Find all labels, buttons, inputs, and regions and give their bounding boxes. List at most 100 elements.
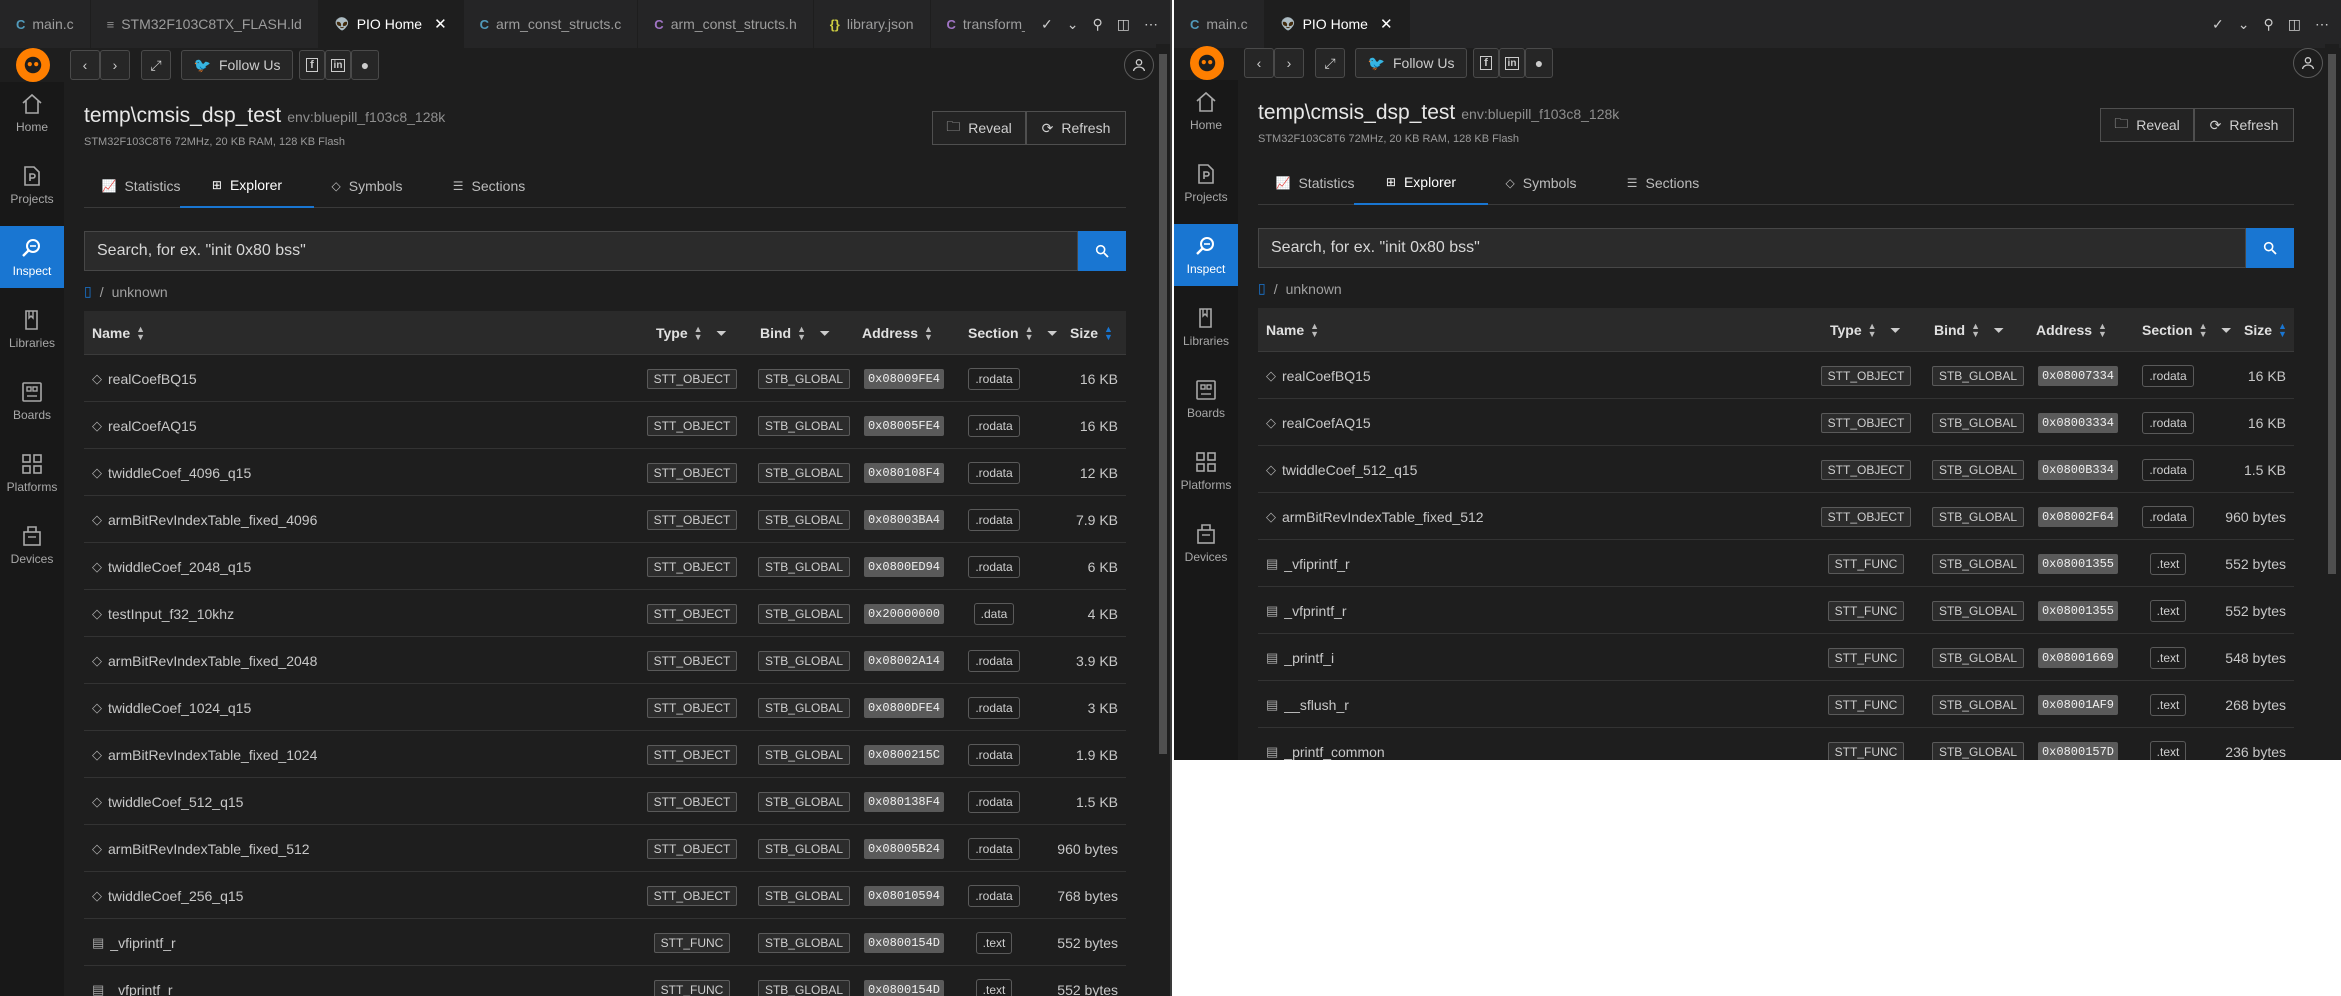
chevron-down-icon[interactable]: ⌄ [1067,16,1079,33]
table-row[interactable]: ▤ _printf_i STT_FUNC STB_GLOBAL 0x08001669 .t… [1258,634,2294,681]
table-row[interactable]: ◇ armBitRevIndexTable_fixed_512 STT_OBJECT… [1258,493,2294,540]
table-row[interactable]: ◇ realCoefAQ15 STT_OBJECT STB_GLOBAL 0x08005… [84,402,1126,449]
table-row[interactable]: ◇ realCoefBQ15 STT_OBJECT STB_GLOBAL 0x08009… [84,355,1126,402]
symbol-name-text[interactable]: _vfiprintf_r [110,935,175,951]
nav-projects[interactable]: Projects [0,154,64,216]
search-input[interactable]: Search, for ex. "init 0x80 bss" [84,231,1078,271]
tab-symbols[interactable]: ◇ Symbols [310,164,424,208]
pin-icon[interactable]: ⚲ [1093,16,1103,33]
sort-icon[interactable]: ▲ ▼ [694,325,703,342]
linkedin-button[interactable]: in [1499,48,1525,78]
scrollbar-thumb[interactable] [2328,54,2336,574]
editor-tab[interactable]: Cmain.c [1174,0,1265,48]
table-row[interactable]: ◇ twiddleCoef_256_q15 STT_OBJECT STB_GLOBAL… [84,872,1126,919]
nav-platforms[interactable]: Platforms [1174,440,1238,502]
symbol-name-text[interactable]: twiddleCoef_4096_q15 [108,465,251,481]
nav-libraries[interactable]: Libraries [1174,296,1238,358]
follow-us-button[interactable]: 🐦 Follow Us [181,50,293,80]
book-icon[interactable]: ▯ [1258,280,1266,297]
book-icon[interactable]: ▯ [84,283,92,300]
linkedin-button[interactable]: in [325,50,351,80]
symbol-name-text[interactable]: realCoefBQ15 [108,371,197,387]
symbol-name-text[interactable]: armBitRevIndexTable_fixed_2048 [108,653,317,669]
check-icon[interactable]: ✓ [1041,16,1053,33]
column-name[interactable]: Name ▲ ▼ [1266,308,1319,352]
account-avatar[interactable] [1124,50,1154,80]
search-button[interactable] [2246,228,2294,268]
nav-inspect[interactable]: Inspect [1174,224,1238,286]
table-row[interactable]: ▤ _printf_common STT_FUNC STB_GLOBAL 0x08001… [1258,728,2294,760]
nav-inspect[interactable]: Inspect [0,226,64,288]
github-button[interactable]: ● [1525,48,1553,78]
sort-icon[interactable]: ▲ ▼ [924,325,933,342]
symbol-name-text[interactable]: realCoefAQ15 [108,418,197,434]
symbol-name-text[interactable]: armBitRevIndexTable_fixed_512 [108,841,310,857]
symbol-name-text[interactable]: _vfprintf_r [110,982,172,996]
table-row[interactable]: ◇ twiddleCoef_4096_q15 STT_OBJECT STB_GLOBA… [84,449,1126,496]
symbol-name-text[interactable]: realCoefBQ15 [1282,368,1371,384]
column-bind[interactable]: Bind ▲ ▼ ⏷ [1934,308,2004,352]
editor-tab[interactable]: Carm_const_structs.h [638,0,814,48]
column-address[interactable]: Address ▲ ▼ [862,311,933,355]
symbol-name-text[interactable]: _vfprintf_r [1284,603,1346,619]
breadcrumb-current[interactable]: unknown [112,284,168,300]
editor-tab[interactable]: {} library.json [814,0,931,48]
expand-button[interactable]: ⤢ [141,50,171,80]
table-row[interactable]: ▤ _vfprintf_r STT_FUNC STB_GLOBAL 0x0800154D… [84,966,1126,996]
nav-projects[interactable]: Projects [1174,152,1238,214]
table-row[interactable]: ▤ _vfiprintf_r STT_FUNC STB_GLOBAL 0x0800154… [84,919,1126,966]
breadcrumb-current[interactable]: unknown [1286,281,1342,297]
tab-explorer[interactable]: ⊞ Explorer [1354,161,1488,205]
table-row[interactable]: ▤ __sflush_r STT_FUNC STB_GLOBAL 0x08001AF9.… [1258,681,2294,728]
platformio-logo[interactable] [1190,46,1224,80]
reveal-button[interactable]: 🗀 Reveal [2100,108,2194,142]
sort-icon[interactable]: ▲ ▼ [1868,322,1877,339]
close-icon[interactable]: ✕ [1380,15,1393,33]
sort-icon[interactable]: ▲ ▼ [2199,322,2208,339]
filter-icon[interactable]: ⏷ [820,326,830,341]
symbol-name-text[interactable]: _vfiprintf_r [1284,556,1349,572]
column-type[interactable]: Type ▲ ▼ ⏷ [656,311,726,355]
symbol-name-text[interactable]: twiddleCoef_512_q15 [108,794,243,810]
column-address[interactable]: Address ▲ ▼ [2036,308,2107,352]
editor-tab[interactable]: 👽 PIO Home ✕ [318,0,464,48]
filter-icon[interactable]: ⏷ [1994,323,2004,338]
sort-icon[interactable]: ▲ ▼ [1104,325,1113,342]
column-type[interactable]: Type ▲ ▼ ⏷ [1830,308,1900,352]
editor-tab[interactable]: Carm_const_structs.c [464,0,639,48]
table-row[interactable]: ▤ _vfprintf_r STT_FUNC STB_GLOBAL 0x08001355… [1258,587,2294,634]
search-button[interactable] [1078,231,1126,271]
nav-home[interactable]: Home [0,82,64,144]
table-row[interactable]: ◇ twiddleCoef_512_q15 STT_OBJECT STB_GLOBAL… [84,778,1126,825]
symbol-name-text[interactable]: testInput_f32_10khz [108,606,234,622]
table-row[interactable]: ▤ _vfiprintf_r STT_FUNC STB_GLOBAL 0x0800135… [1258,540,2294,587]
table-row[interactable]: ◇ realCoefBQ15 STT_OBJECT STB_GLOBAL 0x08007… [1258,352,2294,399]
editor-tab[interactable]: ≡ STM32F103C8TX_FLASH.ld [91,0,319,48]
column-name[interactable]: Name ▲ ▼ [92,311,145,355]
split-editor-icon[interactable]: ◫ [2288,16,2301,33]
table-row[interactable]: ◇ armBitRevIndexTable_fixed_4096 STT_OBJEC… [84,496,1126,543]
facebook-button[interactable]: f [1473,48,1499,78]
symbol-name-text[interactable]: armBitRevIndexTable_fixed_1024 [108,747,317,763]
table-row[interactable]: ◇ armBitRevIndexTable_fixed_1024 STT_OBJEC… [84,731,1126,778]
github-button[interactable]: ● [351,50,379,80]
back-button[interactable]: ‹ [1244,48,1274,78]
filter-icon[interactable]: ⏷ [717,326,727,341]
search-input[interactable]: Search, for ex. "init 0x80 bss" [1258,228,2246,268]
check-icon[interactable]: ✓ [2212,16,2224,33]
symbol-name-text[interactable]: twiddleCoef_256_q15 [108,888,243,904]
follow-us-button[interactable]: 🐦 Follow Us [1355,48,1467,78]
refresh-button[interactable]: ⟳ Refresh [1026,111,1126,145]
column-section[interactable]: Section ▲ ▼ ⏷ [968,311,1057,355]
sort-icon[interactable]: ▲ ▼ [1310,322,1319,339]
symbol-name-text[interactable]: realCoefAQ15 [1282,415,1371,431]
symbol-name-text[interactable]: _printf_common [1284,744,1384,760]
account-avatar[interactable] [2293,48,2323,78]
tab-sections[interactable]: ☰ Sections [426,164,552,208]
scrollbar-thumb[interactable] [1159,54,1167,754]
facebook-button[interactable]: f [299,50,325,80]
table-row[interactable]: ◇ twiddleCoef_2048_q15 STT_OBJECT STB_GLOBA… [84,543,1126,590]
reveal-button[interactable]: 🗀 Reveal [932,111,1026,145]
back-button[interactable]: ‹ [70,50,100,80]
filter-icon[interactable]: ⏷ [2222,323,2232,338]
